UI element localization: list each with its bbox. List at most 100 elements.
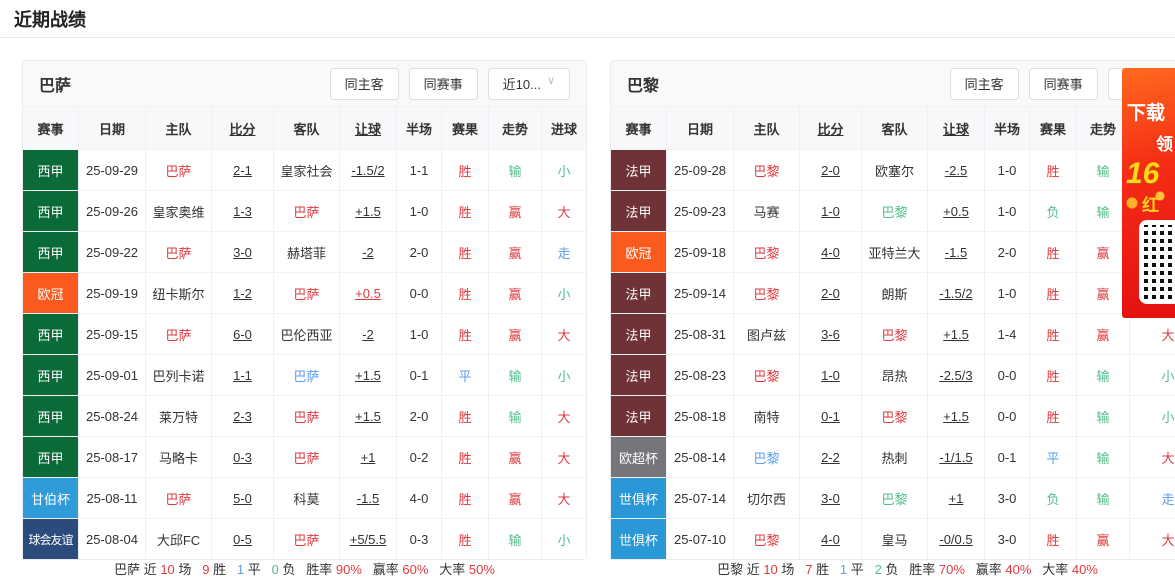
table-row: 欧超杯25-08-14巴黎2-2热刺-1/1.50-1平输大 (611, 436, 1175, 477)
col-header-5[interactable]: 让球 (928, 107, 985, 149)
summary-segment: 90% (336, 562, 362, 577)
handicap-link[interactable]: +1 (340, 437, 397, 477)
score-link[interactable]: 2-1 (212, 150, 274, 190)
handicap-link[interactable]: +1.5 (340, 355, 397, 395)
score-link[interactable]: 4-0 (800, 519, 862, 559)
goals-over-under: 大 (542, 314, 586, 354)
score-link[interactable]: 3-0 (212, 232, 274, 272)
score-link[interactable]: 0-1 (800, 396, 862, 436)
summary-segment: 0 (272, 562, 279, 577)
table-row: 法甲25-08-18南特0-1巴黎+1.50-0胜输小 (611, 395, 1175, 436)
handicap-link[interactable]: -1.5 (340, 478, 397, 518)
match-result: 胜 (1030, 150, 1077, 190)
same-home-away-button[interactable]: 同主客 (330, 68, 399, 100)
table-row: 西甲25-09-22巴萨3-0赫塔菲-22-0胜赢走 (23, 231, 586, 272)
half-time-score: 3-0 (985, 519, 1030, 559)
handicap-link[interactable]: -2.5/3 (928, 355, 985, 395)
handicap-link[interactable]: -2 (340, 232, 397, 272)
score-link[interactable]: 2-3 (212, 396, 274, 436)
handicap-link[interactable]: -1.5/2 (340, 150, 397, 190)
score-link[interactable]: 2-2 (800, 437, 862, 477)
handicap-link[interactable]: -1/1.5 (928, 437, 985, 477)
home-team: 巴萨 (146, 314, 212, 354)
handicap-link[interactable]: +1.5 (928, 314, 985, 354)
score-link[interactable]: 1-0 (800, 191, 862, 231)
col-header-3[interactable]: 比分 (212, 107, 274, 149)
handicap-link[interactable]: +1 (928, 478, 985, 518)
half-time-score: 1-0 (985, 150, 1030, 190)
summary-segment: 场 (778, 562, 805, 577)
table-row: 西甲25-08-24莱万特2-3巴萨+1.52-0胜输大 (23, 395, 586, 436)
recent-count-label: 近10... (503, 74, 541, 93)
match-result: 胜 (1030, 232, 1077, 272)
goals-over-under: 小 (542, 273, 586, 313)
score-link[interactable]: 0-5 (212, 519, 274, 559)
home-team: 莱万特 (146, 396, 212, 436)
score-link[interactable]: 5-0 (212, 478, 274, 518)
summary-line: 巴萨 近 10 场 9 胜 1 平 0 负 胜率 90% 赢率 60% 大率 5… (22, 559, 587, 578)
home-team: 巴萨 (146, 478, 212, 518)
half-time-score: 0-0 (397, 273, 442, 313)
handicap-link[interactable]: -1.5 (928, 232, 985, 272)
recent-count-dropdown[interactable]: 近10... ∨ (488, 68, 570, 100)
handicap-trend: 输 (489, 355, 542, 395)
league-badge: 世俱杯 (611, 519, 667, 559)
handicap-link[interactable]: +1.5 (340, 396, 397, 436)
table-header-row: 赛事日期主队比分客队让球半场赛果走势进球 (23, 106, 586, 149)
match-result: 平 (1030, 437, 1077, 477)
goals-over-under: 大 (1130, 519, 1175, 559)
score-link[interactable]: 3-6 (800, 314, 862, 354)
away-team: 巴萨 (274, 355, 340, 395)
handicap-trend: 输 (1077, 396, 1130, 436)
col-header-1: 日期 (79, 107, 146, 149)
handicap-link[interactable]: -2.5 (928, 150, 985, 190)
handicap-link[interactable]: +1.5 (340, 191, 397, 231)
score-link[interactable]: 1-1 (212, 355, 274, 395)
home-team: 南特 (734, 396, 800, 436)
score-link[interactable]: 3-0 (800, 478, 862, 518)
league-badge: 世俱杯 (611, 478, 667, 518)
same-competition-button[interactable]: 同赛事 (409, 68, 478, 100)
download-app-ad[interactable]: 下载 领 16 红 (1122, 68, 1175, 318)
handicap-link[interactable]: +5/5.5 (340, 519, 397, 559)
handicap-link[interactable]: +1.5 (928, 396, 985, 436)
score-link[interactable]: 2-0 (800, 273, 862, 313)
away-team: 科莫 (274, 478, 340, 518)
league-badge: 西甲 (23, 396, 79, 436)
handicap-link[interactable]: +0.5 (340, 273, 397, 313)
same-home-away-button[interactable]: 同主客 (950, 68, 1019, 100)
handicap-link[interactable]: -1.5/2 (928, 273, 985, 313)
same-competition-button[interactable]: 同赛事 (1029, 68, 1098, 100)
half-time-score: 0-2 (397, 437, 442, 477)
away-team: 巴萨 (274, 273, 340, 313)
goals-over-under: 小 (542, 519, 586, 559)
score-link[interactable]: 2-0 (800, 150, 862, 190)
home-team: 纽卡斯尔 (146, 273, 212, 313)
league-badge: 欧冠 (611, 232, 667, 272)
score-link[interactable]: 1-2 (212, 273, 274, 313)
panel-header: 巴萨 同主客 同赛事 近10... ∨ (23, 61, 586, 106)
handicap-link[interactable]: -2 (340, 314, 397, 354)
league-badge: 法甲 (611, 150, 667, 190)
score-link[interactable]: 6-0 (212, 314, 274, 354)
ad-amount-text: 16 (1126, 157, 1175, 191)
score-link[interactable]: 4-0 (800, 232, 862, 272)
handicap-trend: 输 (489, 519, 542, 559)
col-header-5[interactable]: 让球 (340, 107, 397, 149)
match-date: 25-08-17 (79, 437, 146, 477)
handicap-link[interactable]: -0/0.5 (928, 519, 985, 559)
match-date: 25-07-14 (667, 478, 734, 518)
score-link[interactable]: 1-0 (800, 355, 862, 395)
away-team: 巴黎 (862, 396, 928, 436)
half-time-score: 4-0 (397, 478, 442, 518)
summary-segment: 胜 (812, 562, 839, 577)
handicap-link[interactable]: +0.5 (928, 191, 985, 231)
handicap-trend: 输 (1077, 478, 1130, 518)
score-link[interactable]: 1-3 (212, 191, 274, 231)
score-link[interactable]: 0-3 (212, 437, 274, 477)
handicap-trend: 赢 (489, 232, 542, 272)
league-badge: 法甲 (611, 314, 667, 354)
col-header-3[interactable]: 比分 (800, 107, 862, 149)
away-team: 亚特兰大 (862, 232, 928, 272)
table-row: 球会友谊25-08-04大邱FC0-5巴萨+5/5.50-3胜输小 (23, 518, 586, 559)
